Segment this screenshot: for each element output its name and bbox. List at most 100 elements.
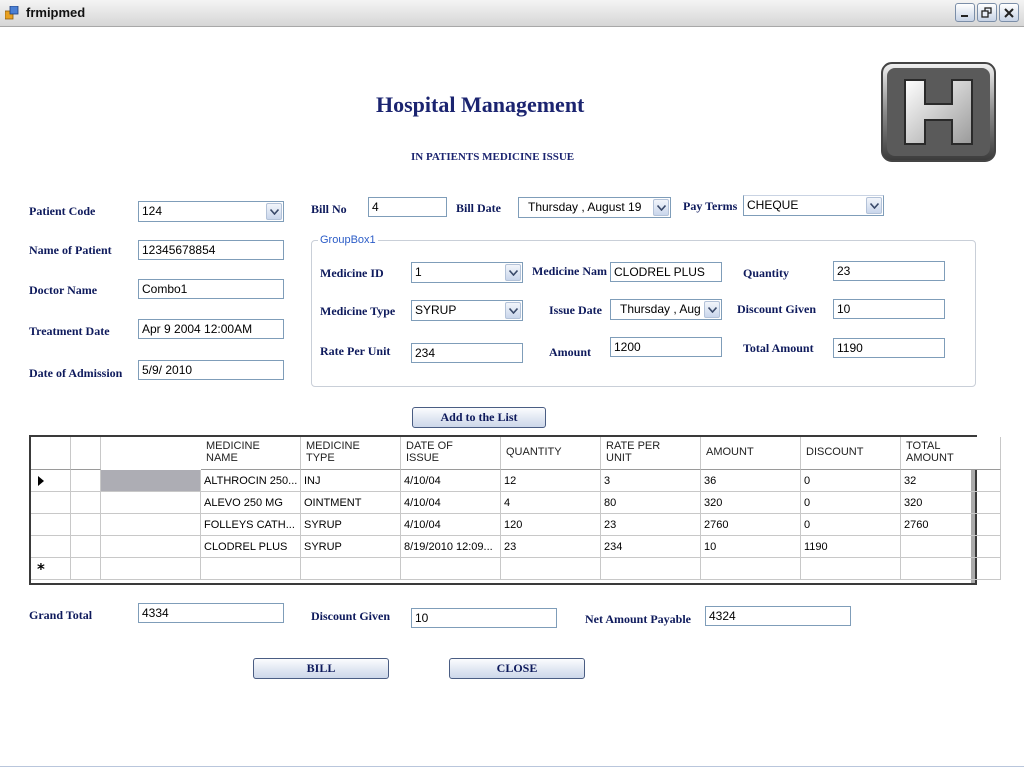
title-bar[interactable]: frmipmed — [0, 0, 1024, 27]
grid-cell[interactable] — [201, 558, 301, 580]
admission-date-field[interactable]: 5/9/ 2010 — [138, 360, 284, 380]
grid-cell[interactable] — [101, 514, 201, 536]
grid-cell[interactable] — [601, 558, 701, 580]
total-discount-field[interactable]: 10 — [411, 608, 557, 628]
issue-date-picker[interactable]: Thursday , Aug — [610, 299, 722, 320]
grid-cell[interactable] — [801, 558, 901, 580]
grid-column-header[interactable]: DATE OF ISSUE — [401, 437, 501, 470]
bill-button[interactable]: BILL — [253, 658, 389, 679]
discount-given-field[interactable]: 10 — [833, 299, 945, 319]
grid-column-header[interactable]: MEDICINE TYPE — [301, 437, 401, 470]
grid-column-header[interactable]: RATE PER UNIT — [601, 437, 701, 470]
grid-row-header[interactable] — [31, 514, 71, 536]
grid-cell[interactable]: 0 — [801, 470, 901, 492]
pay-terms-dropdown-button[interactable] — [866, 197, 882, 214]
grid-cell[interactable] — [101, 536, 201, 558]
grid-header-blank[interactable] — [71, 437, 101, 470]
grid-cell[interactable]: 0 — [801, 514, 901, 536]
grid-column-header[interactable]: MEDICINE NAME — [201, 437, 301, 470]
grid-cell[interactable]: 2760 — [701, 514, 801, 536]
grid-cell[interactable]: 4 — [501, 492, 601, 514]
grid-cell[interactable] — [401, 558, 501, 580]
grid-cell[interactable]: 1190 — [801, 536, 901, 558]
grid-cell[interactable] — [901, 558, 1001, 580]
grid-column-header[interactable]: TOTAL AMOUNT — [901, 437, 1001, 470]
grid-blank-cell[interactable] — [71, 492, 101, 514]
grid-cell[interactable]: INJ — [301, 470, 401, 492]
grid-cell[interactable]: 8/19/2010 12:09... — [401, 536, 501, 558]
grid-cell[interactable]: 10 — [701, 536, 801, 558]
grid-cell[interactable] — [301, 558, 401, 580]
grid-cell[interactable] — [101, 492, 201, 514]
grid-cell[interactable]: OINTMENT — [301, 492, 401, 514]
medicine-type-combo[interactable]: SYRUP — [411, 300, 523, 321]
patient-code-combo[interactable]: 124 — [138, 201, 284, 222]
grid-cell[interactable] — [701, 558, 801, 580]
bill-date-dropdown-button[interactable] — [653, 199, 669, 216]
grid-cell[interactable]: SYRUP — [301, 514, 401, 536]
grid-cell[interactable]: 36 — [701, 470, 801, 492]
patient-name-field[interactable]: 12345678854 — [138, 240, 284, 260]
medicine-type-dropdown-button[interactable] — [505, 302, 521, 319]
close-window-button[interactable] — [999, 3, 1019, 22]
grid-cell[interactable]: 3 — [601, 470, 701, 492]
grid-cell[interactable]: 12 — [501, 470, 601, 492]
grid-corner-header[interactable] — [31, 437, 71, 470]
issue-date-dropdown-button[interactable] — [704, 301, 720, 318]
pay-terms-combo[interactable]: CHEQUE — [743, 195, 884, 216]
grid-cell[interactable]: CLODREL PLUS — [201, 536, 301, 558]
grid-cell[interactable] — [101, 558, 201, 580]
medicine-id-combo[interactable]: 1 — [411, 262, 523, 283]
net-payable-label: Net Amount Payable — [585, 612, 691, 626]
bill-date-picker[interactable]: Thursday , August 19 — [518, 197, 671, 218]
patient-code-dropdown-button[interactable] — [266, 203, 282, 220]
amount-field[interactable]: 1200 — [610, 337, 722, 357]
quantity-field[interactable]: 23 — [833, 261, 945, 281]
total-amount-field[interactable]: 1190 — [833, 338, 945, 358]
grid-cell[interactable]: 4/10/04 — [401, 470, 501, 492]
grid-cell[interactable] — [501, 558, 601, 580]
grid-cell[interactable]: 320 — [701, 492, 801, 514]
grid-row-header[interactable]: * — [31, 558, 71, 580]
grid-cell[interactable]: 120 — [501, 514, 601, 536]
close-button[interactable]: CLOSE — [449, 658, 585, 679]
grid-column-header[interactable]: AMOUNT — [701, 437, 801, 470]
grid-blank-cell[interactable] — [71, 558, 101, 580]
grid-cell[interactable]: 4/10/04 — [401, 492, 501, 514]
grand-total-field[interactable]: 4334 — [138, 603, 284, 623]
grid-cell[interactable]: 32 — [901, 470, 1001, 492]
restore-button[interactable] — [977, 3, 997, 22]
grid-cell[interactable]: 23 — [601, 514, 701, 536]
grid-blank-cell[interactable] — [71, 536, 101, 558]
grid-cell[interactable]: 320 — [901, 492, 1001, 514]
grid-row-header[interactable] — [31, 492, 71, 514]
net-payable-field[interactable]: 4324 — [705, 606, 851, 626]
grid-cell[interactable]: ALEVO 250 MG — [201, 492, 301, 514]
grid-cell[interactable]: 23 — [501, 536, 601, 558]
add-to-list-button[interactable]: Add to the List — [412, 407, 546, 428]
grid-cell[interactable]: 4/10/04 — [401, 514, 501, 536]
grid-blank-cell[interactable] — [71, 470, 101, 492]
grid-column-header[interactable]: DISCOUNT — [801, 437, 901, 470]
medicine-grid[interactable]: MEDICINE NAME MEDICINE TYPE DATE OF ISSUE QUAN… — [29, 435, 1001, 585]
grid-cell[interactable] — [901, 536, 1001, 558]
treatment-date-field[interactable]: Apr 9 2004 12:00AM — [138, 319, 284, 339]
grid-blank-cell[interactable] — [71, 514, 101, 536]
rate-per-unit-field[interactable]: 234 — [411, 343, 523, 363]
minimize-button[interactable] — [955, 3, 975, 22]
grid-row-header[interactable] — [31, 470, 71, 492]
grid-column-header[interactable]: QUANTITY — [501, 437, 601, 470]
grid-row-header[interactable] — [31, 536, 71, 558]
grid-cell[interactable]: 0 — [801, 492, 901, 514]
doctor-name-field[interactable]: Combo1 — [138, 279, 284, 299]
grid-cell[interactable]: 234 — [601, 536, 701, 558]
grid-cell[interactable]: SYRUP — [301, 536, 401, 558]
grid-cell[interactable]: 80 — [601, 492, 701, 514]
grid-cell[interactable]: ALTHROCIN 250... — [201, 470, 301, 492]
grid-selected-cell[interactable] — [101, 470, 201, 492]
bill-no-field[interactable]: 4 — [368, 197, 447, 217]
grid-cell[interactable]: 2760 — [901, 514, 1001, 536]
medicine-name-field[interactable]: CLODREL PLUS — [610, 262, 722, 282]
medicine-id-dropdown-button[interactable] — [505, 264, 521, 281]
grid-cell[interactable]: FOLLEYS CATH... — [201, 514, 301, 536]
